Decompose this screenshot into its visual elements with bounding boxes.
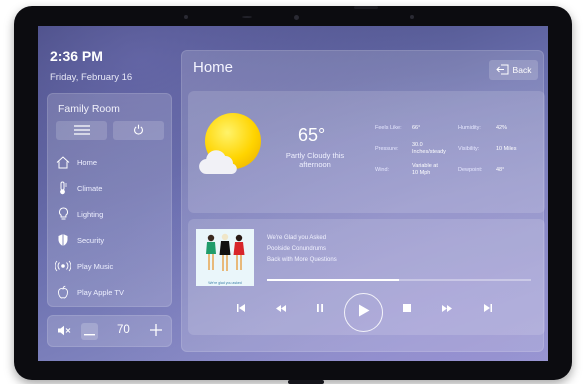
sensor-dot [184, 15, 188, 19]
tablet-frame: 2:36 PM Friday, February 16 Family Room … [14, 6, 572, 384]
dewpoint-value: 48° [496, 167, 505, 173]
dewpoint-label: Dewpoint: [458, 167, 483, 173]
album-art: We're glad you asked [196, 229, 254, 286]
skip-back-icon [237, 299, 245, 317]
fast-forward-button[interactable] [440, 301, 454, 315]
sidebar-item-play-music[interactable]: Play Music [55, 255, 165, 277]
volume-down-button[interactable] [81, 323, 98, 340]
camera-lens [294, 15, 299, 20]
minus-icon [84, 323, 95, 341]
sidebar-item-label: Lighting [77, 209, 104, 219]
rewind-icon [276, 299, 286, 317]
album-caption: We're glad you asked [208, 281, 242, 285]
back-button[interactable]: Back [489, 60, 538, 80]
sensor-strip [242, 16, 252, 18]
mute-button[interactable] [55, 323, 72, 340]
play-icon [358, 304, 370, 322]
sidebar-item-label: Home [77, 157, 98, 167]
power-button[interactable] [113, 121, 164, 140]
sidebar-item-home[interactable]: Home [55, 151, 165, 173]
tablet-stand [288, 380, 324, 384]
wind-value-1: Variable at [412, 163, 438, 169]
screen: 2:36 PM Friday, February 16 Family Room … [38, 26, 548, 361]
playback-progress-bar[interactable] [267, 279, 531, 281]
play-button[interactable] [344, 293, 383, 332]
pressure-value-2: Inches/steady [412, 149, 446, 155]
shield-icon [55, 232, 71, 248]
track-title: We're Glad you Asked [267, 235, 327, 241]
volume-value: 70 [117, 324, 130, 336]
tablet-top-button [354, 6, 378, 9]
sidebar-item-label: Play Music [77, 261, 114, 271]
wind-value-2: 10 Mph [412, 170, 431, 176]
sensor-dot [410, 15, 414, 19]
sidebar-item-lighting[interactable]: Lighting [55, 203, 165, 225]
pressure-value-1: 30.0 [412, 142, 423, 148]
menu-icon [73, 122, 90, 140]
plus-icon [149, 323, 162, 341]
pause-button[interactable] [313, 301, 327, 315]
rewind-button[interactable] [274, 301, 288, 315]
sidebar-item-security[interactable]: Security [55, 229, 165, 251]
home-icon [55, 154, 71, 170]
feels-like-value: 66° [412, 125, 421, 131]
visibility-label: Visibility: [458, 146, 480, 152]
humidity-value: 42% [496, 125, 508, 131]
main-panel: Home Back 65° Partly Cloudy this afterno… [181, 50, 545, 352]
playback-progress-fill [267, 279, 399, 281]
skip-back-button[interactable] [234, 301, 248, 315]
stop-icon [403, 299, 411, 317]
visibility-value: 10 Miles [496, 146, 517, 152]
track-album: Back with More Questions [267, 257, 337, 263]
album-art-figures [206, 233, 245, 271]
power-icon [133, 122, 144, 140]
wind-label: Wind: [375, 167, 390, 173]
room-name: Family Room [58, 103, 120, 115]
clock-time: 2:36 PM [50, 48, 103, 64]
fast-forward-icon [442, 299, 452, 317]
back-label: Back [512, 65, 532, 75]
stop-button[interactable] [400, 301, 414, 315]
mute-icon [57, 323, 71, 341]
sidebar-item-play-apple-tv[interactable]: Play Apple TV [55, 281, 165, 303]
lightbulb-icon [55, 206, 71, 222]
sidebar-item-label: Play Apple TV [77, 287, 124, 297]
skip-forward-icon [484, 299, 492, 317]
weather-card: 65° Partly Cloudy this afternoon Feels L… [188, 91, 545, 213]
room-sidebar: Family Room Home Climate Lighting Securi… [47, 93, 172, 307]
menu-button[interactable] [56, 121, 107, 140]
volume-control: 70 [47, 315, 172, 347]
back-arrow-icon [495, 64, 513, 77]
pressure-label: Pressure: [375, 146, 399, 152]
pause-icon [317, 299, 323, 317]
speaker-icon [55, 258, 71, 274]
weather-condition: Partly Cloudy this afternoon [285, 151, 345, 169]
skip-forward-button[interactable] [481, 301, 495, 315]
sidebar-item-label: Security [77, 235, 105, 245]
cloud-shape [199, 150, 237, 175]
thermometer-icon [55, 180, 71, 196]
volume-up-button[interactable] [147, 323, 164, 340]
feels-like-label: Feels Like: [375, 125, 402, 131]
apple-icon [55, 284, 71, 300]
track-artist: Poolside Conundrums [267, 246, 327, 252]
sidebar-item-label: Climate [77, 183, 103, 193]
page-title: Home [193, 59, 234, 76]
sidebar-item-climate[interactable]: Climate [55, 177, 165, 199]
humidity-label: Humidity: [458, 125, 481, 131]
music-player-card: We're glad you asked We're Glad you Aske… [188, 219, 545, 335]
weather-temperature: 65° [298, 125, 326, 145]
clock-date: Friday, February 16 [50, 72, 133, 83]
